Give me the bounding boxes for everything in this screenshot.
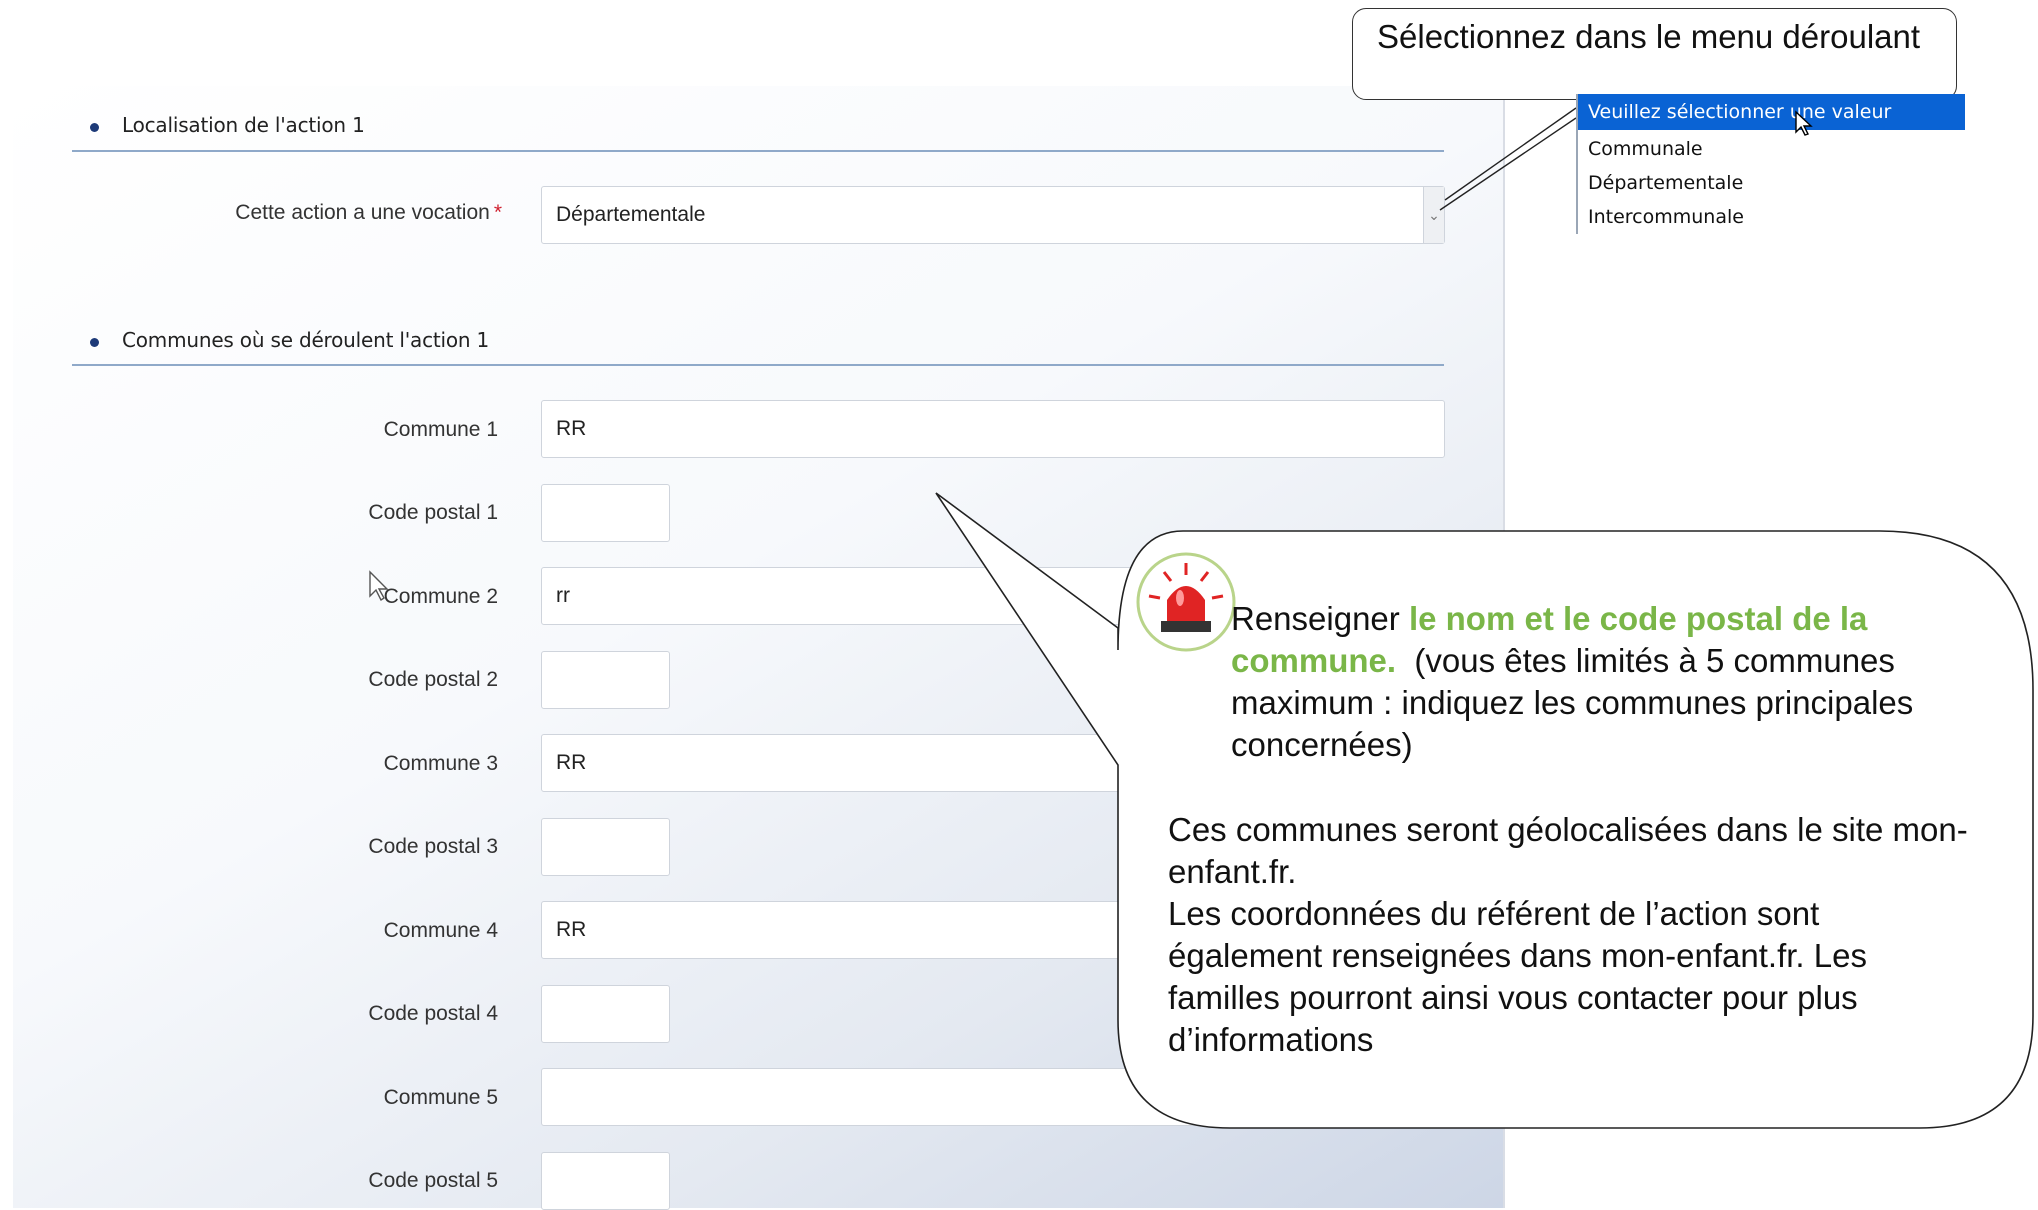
commune-3-label: Commune 3 <box>383 752 498 775</box>
mouse-pointer-icon <box>1795 110 1813 136</box>
vocation-dropdown-list[interactable]: Veuillez sélectionner une valeur Communa… <box>1576 94 1965 234</box>
postal-1-label: Code postal 1 <box>368 501 498 524</box>
postal-5-input[interactable] <box>541 1152 670 1210</box>
section-title-communes: Communes où se déroulent l'action 1 <box>122 328 490 352</box>
section-title-localisation: Localisation de l'action 1 <box>122 113 365 137</box>
vocation-selected-value: Départementale <box>556 203 706 226</box>
postal-5-label: Code postal 5 <box>368 1169 498 1192</box>
dropdown-option-selected[interactable]: Veuillez sélectionner une valeur <box>1578 94 1965 130</box>
big-callout-text: Renseigner le nom et le code postal de l… <box>1118 530 2033 1130</box>
commune-5-label: Commune 5 <box>383 1086 498 1109</box>
section-bullet <box>90 338 99 347</box>
callout-paragraph-2: Ces communes seront géolocalisées dans l… <box>1168 811 1968 890</box>
vocation-label: Cette action a une vocation * <box>235 201 502 224</box>
section-divider <box>72 364 1444 366</box>
callout-paragraph-3: Les coordonnées du référent de l’action … <box>1168 895 1867 1058</box>
section-bullet <box>90 123 99 132</box>
postal-1-input[interactable] <box>541 484 670 542</box>
commune-1-input[interactable]: RR <box>541 400 1445 458</box>
commune-4-label: Commune 4 <box>383 919 498 942</box>
commune-1-label: Commune 1 <box>383 418 498 441</box>
postal-3-label: Code postal 3 <box>368 835 498 858</box>
postal-2-input[interactable] <box>541 651 670 709</box>
postal-4-label: Code postal 4 <box>368 1002 498 1025</box>
dropdown-option-departementale[interactable]: Départementale <box>1588 172 1743 194</box>
postal-3-input[interactable] <box>541 818 670 876</box>
postal-4-input[interactable] <box>541 985 670 1043</box>
top-callout: Sélectionnez dans le menu déroulant <box>1352 8 1957 100</box>
callout-paragraph-1: Renseigner le nom et le code postal de l… <box>1231 600 1914 763</box>
vocation-select[interactable]: Départementale ⌄ <box>541 186 1445 244</box>
chevron-down-icon[interactable]: ⌄ <box>1423 187 1444 243</box>
postal-2-label: Code postal 2 <box>368 668 498 691</box>
section-divider <box>72 150 1444 152</box>
commune-2-label: Commune 2 <box>383 585 498 608</box>
required-mark: * <box>493 201 502 224</box>
dropdown-option-intercommunale[interactable]: Intercommunale <box>1588 206 1744 228</box>
dropdown-option-communale[interactable]: Communale <box>1588 138 1703 160</box>
